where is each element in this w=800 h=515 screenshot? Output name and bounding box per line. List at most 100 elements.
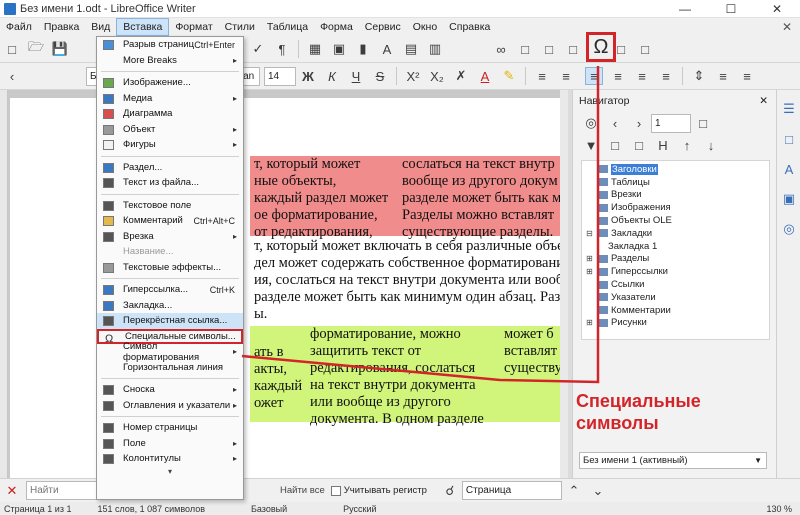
list-box-icon[interactable]: □ (606, 136, 624, 154)
maximize-button[interactable]: ☐ (708, 2, 754, 16)
insert-chart-icon[interactable]: ▮ (354, 40, 372, 58)
navigator-tree-item[interactable]: Указатели (586, 291, 765, 304)
new-document-icon[interactable]: □ (3, 40, 21, 58)
expander-icon[interactable]: ⊞ (586, 254, 598, 263)
spellcheck-icon[interactable]: ✓ (249, 40, 267, 58)
close-window-button[interactable]: ✕ (754, 2, 800, 16)
previous-icon[interactable]: ‹ (606, 114, 624, 132)
expander-icon[interactable]: ⊟ (586, 229, 598, 238)
bold-button[interactable]: Ж (299, 67, 317, 85)
insert-menu-item[interactable]: Текстовое поле (97, 198, 243, 214)
menu-insert[interactable]: Вставка (116, 18, 170, 36)
navigator-tree-item[interactable]: Закладка 1 (586, 240, 765, 253)
insert-menu-item[interactable]: Текст из файла... (97, 175, 243, 191)
document-page[interactable]: т, который может ные объекты, каждый раз… (10, 98, 560, 478)
line-spacing-icon[interactable]: ⇕ (690, 67, 708, 85)
page-number-spin[interactable]: 1 (651, 113, 691, 133)
track-changes-icon[interactable]: □ (636, 40, 654, 58)
menu-form[interactable]: Форма (314, 18, 359, 36)
special-character-button[interactable]: Ω (586, 32, 616, 62)
insert-menu-item[interactable]: Медиа ▸ (97, 91, 243, 107)
insert-menu-item[interactable]: Раздел... (97, 160, 243, 176)
navigator-tree-item[interactable]: Комментарии (586, 304, 765, 317)
underline-button[interactable]: Ч (347, 67, 365, 85)
match-case-checkbox[interactable] (330, 485, 341, 496)
insert-menu-item[interactable]: Комментарий Ctrl+Alt+C (97, 213, 243, 229)
insert-menu-item[interactable]: Номер страницы (97, 420, 243, 436)
insert-menu-item[interactable]: Врезка ▸ (97, 229, 243, 245)
document-select[interactable]: Без имени 1 (активный) ▼ (579, 452, 767, 469)
page-break-icon[interactable]: ▤ (402, 40, 420, 58)
hyperlink-icon[interactable]: ∞ (492, 40, 510, 58)
insert-menu-item[interactable]: Текстовые эффекты... (97, 260, 243, 276)
insert-textbox-icon[interactable]: A (378, 40, 396, 58)
insert-menu-item[interactable]: Фигуры ▸ (97, 137, 243, 153)
menu-window[interactable]: Окно (407, 18, 443, 36)
find-next-icon[interactable]: ⌄ (589, 482, 607, 500)
minimize-button[interactable]: — (662, 2, 708, 16)
styles-icon[interactable]: A (780, 160, 798, 178)
align-right-icon[interactable]: ≡ (633, 67, 651, 85)
italic-button[interactable]: К (323, 67, 341, 85)
save-icon[interactable]: 💾 (51, 40, 69, 58)
insert-menu-item[interactable]: Диаграмма (97, 106, 243, 122)
scroll-down-icon[interactable]: ▾ (97, 467, 243, 476)
expander-icon[interactable]: ⊞ (586, 318, 598, 327)
insert-image-icon[interactable]: ▣ (330, 40, 348, 58)
close-find-icon[interactable]: ✕ (3, 482, 21, 500)
insert-table-icon[interactable]: ▦ (306, 40, 324, 58)
demote-icon[interactable]: ↓ (702, 136, 720, 154)
close-document-button[interactable]: ✕ (782, 20, 792, 34)
navigator-tree-item[interactable]: ⊞ Гиперссылки (586, 265, 765, 278)
find-previous-icon[interactable]: ⌃ (565, 482, 583, 500)
filter-icon[interactable]: ▼ (582, 136, 600, 154)
close-navigator-icon[interactable]: ✕ (759, 95, 768, 107)
insert-menu-item[interactable]: Оглавления и указатели ▸ (97, 398, 243, 414)
properties-icon[interactable]: ☰ (780, 100, 798, 118)
strikethrough-button[interactable]: S (371, 67, 389, 85)
navigator-icon[interactable]: ◎ (780, 220, 798, 238)
drag-mode-icon[interactable]: □ (694, 114, 712, 132)
insert-field-icon[interactable]: ▥ (426, 40, 444, 58)
find-all-button[interactable]: Найти все (280, 485, 325, 496)
subscript-button[interactable]: X₂ (428, 67, 446, 85)
navigator-tree-item[interactable]: Изображения (586, 201, 765, 214)
align-left-icon[interactable]: ≡ (585, 67, 603, 85)
content-navigation-icon[interactable]: □ (630, 136, 648, 154)
find-replace-icon[interactable]: ☌ (441, 482, 459, 500)
menu-format[interactable]: Формат (169, 18, 218, 36)
navigator-tree-item[interactable]: Врезки (586, 189, 765, 202)
promote-icon[interactable]: ↑ (678, 136, 696, 154)
justify-icon[interactable]: ≡ (657, 67, 675, 85)
navigator-tree-item[interactable]: Заголовки (586, 163, 765, 176)
menu-styles[interactable]: Стили (219, 18, 261, 36)
font-size-combo[interactable]: 14 (264, 66, 296, 86)
expander-icon[interactable]: ⊞ (586, 267, 598, 276)
menu-view[interactable]: Вид (85, 18, 116, 36)
navigator-tree-item[interactable]: ⊞ Разделы (586, 253, 765, 266)
insert-menu-item[interactable]: More Breaks ▸ (97, 53, 243, 69)
navigator-tree-item[interactable]: Ссылки (586, 278, 765, 291)
insert-menu-item[interactable]: Объект ▸ (97, 122, 243, 138)
gallery-icon[interactable]: ▣ (780, 190, 798, 208)
next-icon[interactable]: › (630, 114, 648, 132)
menu-edit[interactable]: Правка (38, 18, 85, 36)
navigate-by-icon[interactable]: ◎ (582, 114, 600, 132)
insert-menu-item[interactable]: Изображение... (97, 75, 243, 91)
zoom-level[interactable]: 130 % (766, 504, 792, 514)
insert-menu-item[interactable]: Горизонтальная линия (97, 360, 243, 376)
insert-menu-item[interactable]: Поле ▸ (97, 436, 243, 452)
highlight-icon[interactable]: ✎ (500, 67, 518, 85)
endnote-icon[interactable]: □ (540, 40, 558, 58)
footnote-icon[interactable]: □ (516, 40, 534, 58)
vertical-scrollbar[interactable] (560, 90, 568, 478)
navigator-tree-item[interactable]: Объекты OLE (586, 214, 765, 227)
page-icon[interactable]: □ (780, 130, 798, 148)
numbered-list-icon[interactable]: ≡ (557, 67, 575, 85)
insert-menu-item[interactable]: Разрыв страниц Ctrl+Enter (97, 37, 243, 53)
toggle-sidebar-icon[interactable]: ‹ (3, 67, 21, 85)
insert-menu-item[interactable]: Символ форматирования ▸ (97, 341, 243, 363)
open-folder-icon[interactable]: 🗁 (27, 39, 45, 58)
clear-formatting-icon[interactable]: ✗ (452, 67, 470, 85)
bullet-list-icon[interactable]: ≡ (533, 67, 551, 85)
